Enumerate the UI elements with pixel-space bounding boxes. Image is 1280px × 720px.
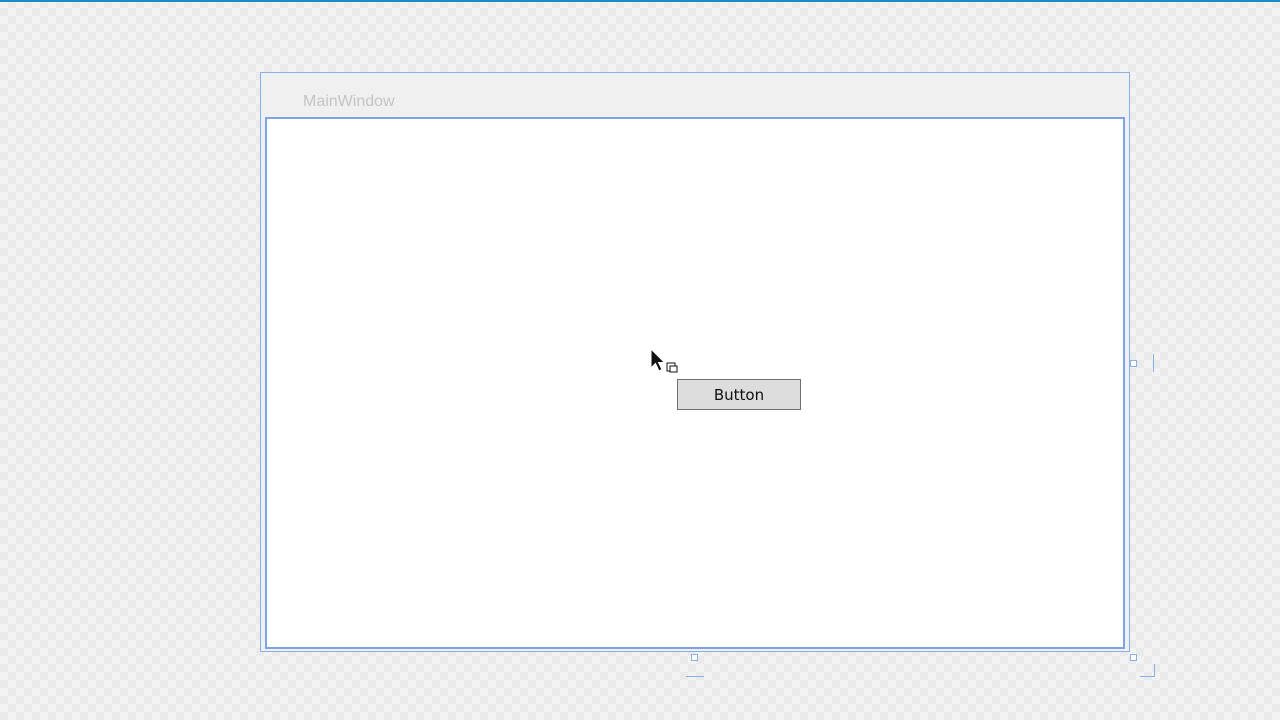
width-guide-line	[686, 676, 704, 677]
window-title-bar: MainWindow	[261, 73, 1129, 117]
resize-handle-bottom[interactable]	[691, 654, 698, 661]
design-window[interactable]: MainWindow Button	[260, 72, 1130, 652]
height-guide-line	[1153, 354, 1154, 372]
top-accent-line	[0, 0, 1280, 2]
mouse-cursor-icon	[650, 348, 678, 373]
window-title: MainWindow	[303, 93, 395, 110]
button-control[interactable]: Button	[677, 379, 801, 410]
window-client-area[interactable]: Button	[265, 117, 1125, 649]
corner-resize-mark	[1140, 664, 1155, 677]
resize-handle-right[interactable]	[1130, 360, 1137, 367]
resize-handle-corner[interactable]	[1130, 654, 1137, 661]
